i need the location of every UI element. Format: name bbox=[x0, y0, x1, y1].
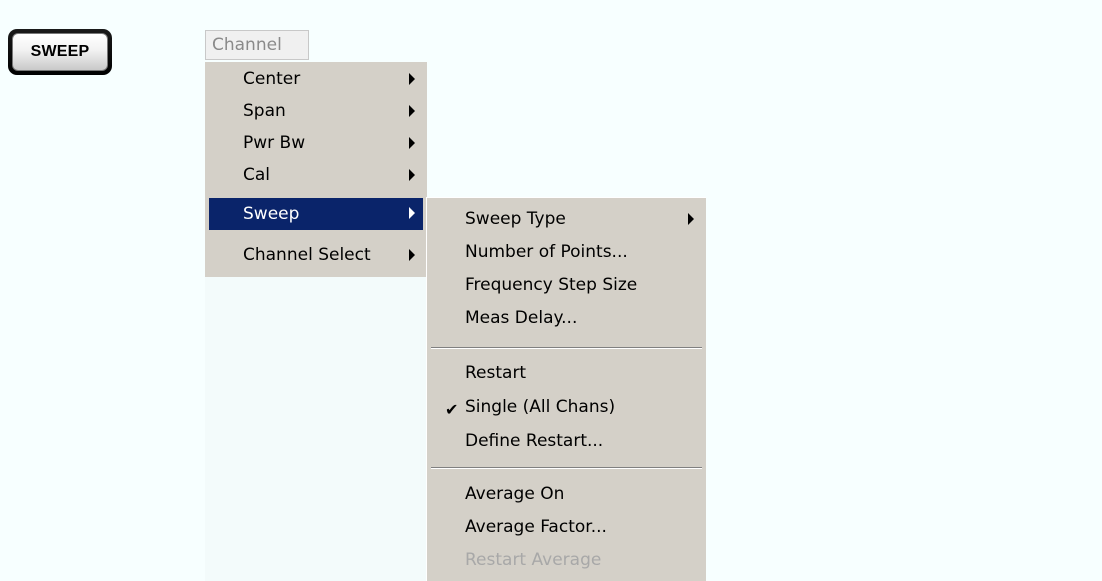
menu-item-number-of-points[interactable]: Number of Points... bbox=[431, 237, 702, 267]
submenu-arrow-icon bbox=[409, 169, 415, 181]
menu-item-cal[interactable]: Cal bbox=[209, 160, 423, 190]
menu-item-label: Cal bbox=[243, 165, 271, 185]
menu-item-label: Sweep bbox=[243, 204, 300, 224]
submenu-arrow-icon bbox=[409, 137, 415, 149]
menu-item-span[interactable]: Span bbox=[209, 96, 423, 126]
menu-item-label: Number of Points... bbox=[465, 242, 628, 262]
menu-item-label: Average On bbox=[465, 484, 565, 504]
menu-item-restart-average: Restart Average bbox=[431, 545, 702, 575]
menu-item-label: Span bbox=[243, 101, 286, 121]
checkmark-icon: ✔ bbox=[445, 400, 459, 419]
menu-item-label: Channel Select bbox=[243, 245, 371, 265]
submenu-arrow-icon bbox=[409, 249, 415, 261]
submenu-arrow-icon bbox=[409, 207, 415, 219]
menu-item-frequency-step-size[interactable]: Frequency Step Size bbox=[431, 270, 702, 300]
menu-item-restart[interactable]: Restart bbox=[431, 358, 702, 388]
submenu-arrow-icon bbox=[409, 73, 415, 85]
menu-item-define-restart[interactable]: Define Restart... bbox=[431, 426, 702, 456]
menu-item-pwr-bw[interactable]: Pwr Bw bbox=[209, 128, 423, 158]
menu-item-label: Sweep Type bbox=[465, 209, 566, 229]
menu-item-average-factor[interactable]: Average Factor... bbox=[431, 512, 702, 542]
menu-item-center[interactable]: Center bbox=[209, 64, 423, 94]
menu-item-single-all-chans[interactable]: ✔ Single (All Chans) bbox=[431, 392, 702, 422]
menu-item-label: Center bbox=[243, 69, 301, 89]
menu-item-label: Pwr Bw bbox=[243, 133, 306, 153]
menu-item-label: Frequency Step Size bbox=[465, 275, 638, 295]
menu-item-sweep-type[interactable]: Sweep Type bbox=[431, 204, 702, 234]
menu-item-label: Meas Delay... bbox=[465, 308, 578, 328]
channel-menu-shadow-area bbox=[205, 277, 427, 581]
menu-item-label: Restart Average bbox=[465, 550, 602, 570]
menubar-item-channel[interactable]: Channel bbox=[205, 30, 309, 60]
submenu-arrow-icon bbox=[409, 105, 415, 117]
sweep-hardkey-label: SWEEP bbox=[12, 33, 108, 71]
sweep-hardkey[interactable]: SWEEP bbox=[8, 29, 112, 75]
channel-menu: Center Span Pwr Bw Cal Sweep Channel Sel… bbox=[205, 62, 427, 277]
menu-item-meas-delay[interactable]: Meas Delay... bbox=[431, 303, 702, 333]
sweep-submenu: Sweep Type Number of Points... Frequency… bbox=[426, 197, 706, 581]
menu-item-average-on[interactable]: Average On bbox=[431, 479, 702, 509]
menu-item-label: Restart bbox=[465, 363, 527, 383]
menu-separator bbox=[431, 467, 702, 469]
menu-item-label: Average Factor... bbox=[465, 517, 607, 537]
menu-item-label: Single (All Chans) bbox=[465, 397, 616, 417]
submenu-arrow-icon bbox=[688, 213, 694, 225]
menu-item-sweep[interactable]: Sweep bbox=[209, 198, 423, 230]
menu-item-label: Define Restart... bbox=[465, 431, 604, 451]
menu-separator bbox=[431, 347, 702, 349]
menu-item-channel-select[interactable]: Channel Select bbox=[209, 240, 423, 270]
